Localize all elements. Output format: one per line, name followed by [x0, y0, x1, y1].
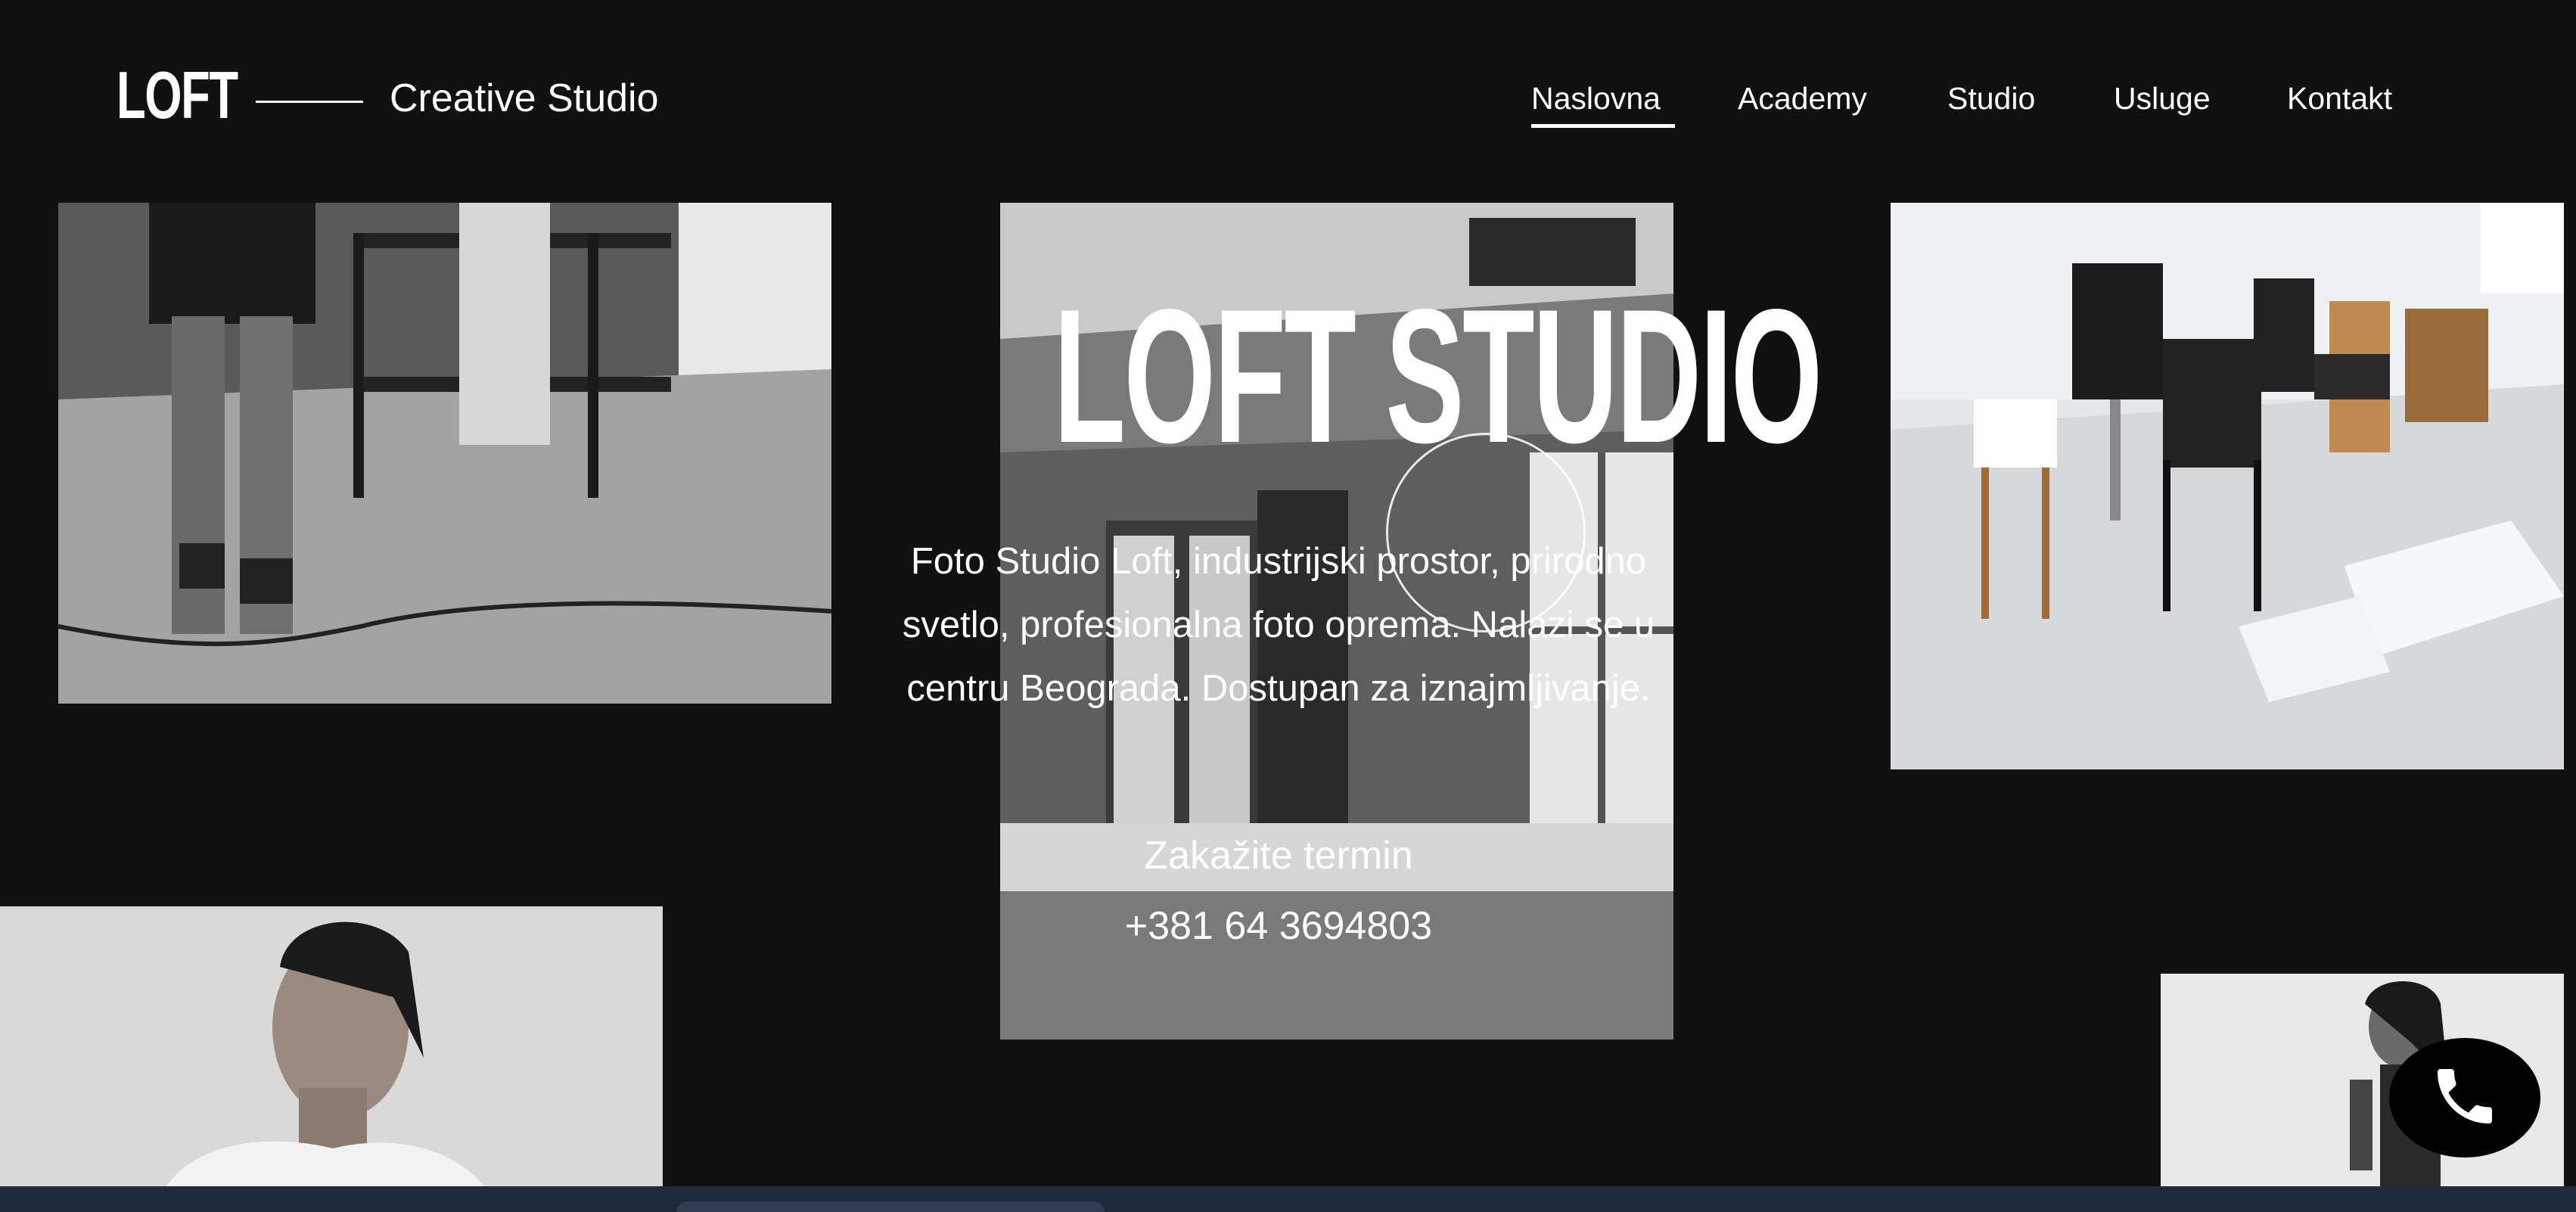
brand-tagline: Creative Studio: [390, 76, 659, 120]
phone-number-link[interactable]: +381 64 3694803: [976, 906, 1581, 946]
nav-item-usluge[interactable]: Usluge: [2114, 83, 2211, 114]
nav-item-studio[interactable]: Studio: [1947, 83, 2035, 114]
page: LOFT Creative Studio Naslovna Academy St…: [0, 0, 2576, 1212]
cursor-ring: [1386, 433, 1586, 632]
phone-icon: [2428, 1060, 2501, 1136]
photo-studio-floor: [58, 203, 831, 704]
taskbar-search-box[interactable]: [676, 1201, 1105, 1212]
nav-active-underline: [1531, 124, 1675, 128]
photo-model-portrait: [0, 906, 663, 1186]
os-taskbar: [0, 1186, 2576, 1212]
photo-chairs: [1891, 203, 2564, 769]
call-button[interactable]: [2389, 1038, 2540, 1158]
nav-item-naslovna[interactable]: Naslovna: [1531, 83, 1661, 114]
brand-logo[interactable]: LOFT: [117, 62, 238, 129]
nav-item-kontakt[interactable]: Kontakt: [2287, 83, 2392, 114]
book-appointment-link[interactable]: Zakažite termin: [976, 836, 1581, 875]
nav-item-academy[interactable]: Academy: [1738, 83, 1867, 114]
hero-title: LOFT STUDIO: [1053, 270, 1823, 483]
brand-divider: [256, 101, 363, 103]
